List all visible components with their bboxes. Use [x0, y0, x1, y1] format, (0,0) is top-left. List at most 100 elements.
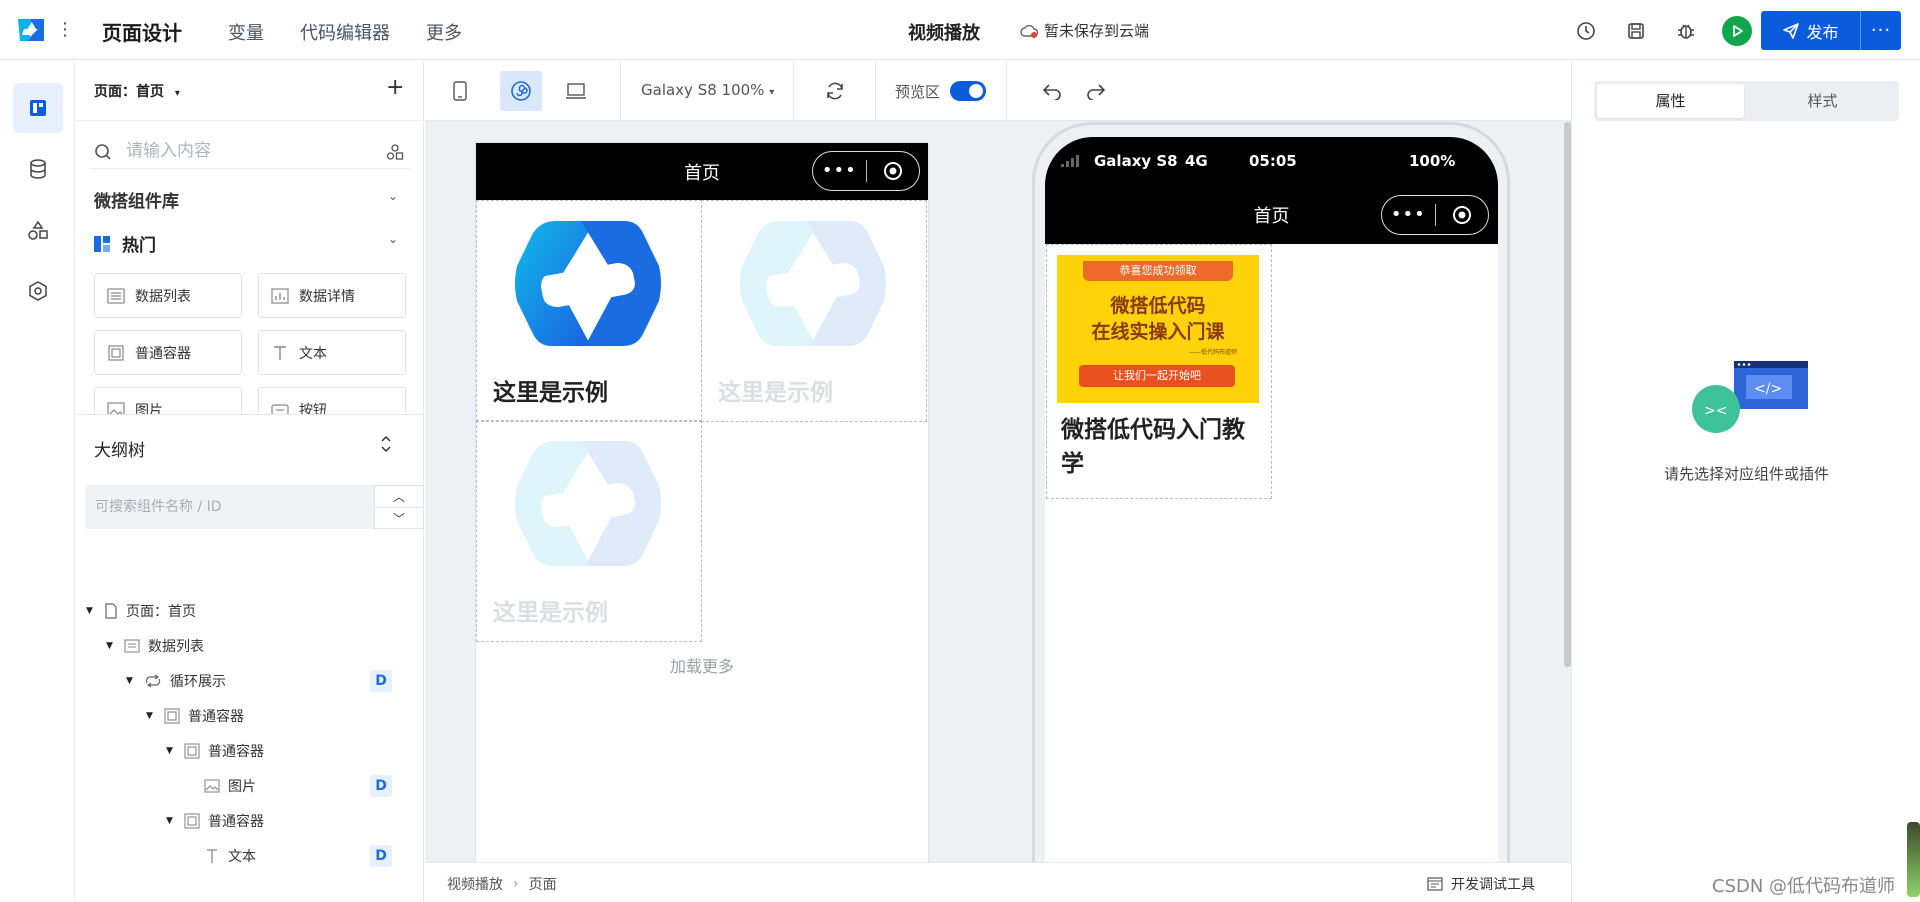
- tree-node-container[interactable]: ▼ 普通容器: [166, 738, 264, 764]
- tree-node-container[interactable]: ▼ 普通容器: [166, 808, 264, 834]
- next-match-button[interactable]: ﹀: [375, 508, 423, 530]
- list-icon: [124, 639, 140, 653]
- rail-data-source[interactable]: [13, 144, 63, 194]
- publish-more-button[interactable]: ···: [1861, 20, 1901, 41]
- rail-settings[interactable]: [13, 266, 63, 316]
- cell-title: 这里是示例: [718, 380, 833, 406]
- play-icon: [1733, 25, 1743, 37]
- banner-line2: 在线实操入门课: [1091, 321, 1225, 343]
- component-text[interactable]: 文本: [258, 330, 406, 375]
- list-item[interactable]: 这里是示例: [476, 200, 702, 422]
- mobile-icon: [453, 81, 467, 101]
- app-switcher-icon[interactable]: ⋮: [56, 18, 74, 42]
- history-icon[interactable]: [1572, 17, 1600, 45]
- menu-variables[interactable]: 变量: [228, 19, 264, 45]
- undo-button[interactable]: [1031, 71, 1073, 111]
- tab-styles[interactable]: 样式: [1749, 84, 1896, 118]
- battery-level: 100%: [1409, 152, 1456, 170]
- container-icon: [164, 708, 180, 724]
- breadcrumb-app[interactable]: 视频播放: [447, 874, 503, 894]
- device-mobile-button[interactable]: [439, 71, 481, 111]
- caret-down-icon[interactable]: ▼: [146, 711, 156, 721]
- caret-down-icon[interactable]: ▼: [126, 676, 136, 686]
- component-image[interactable]: 图片: [94, 387, 242, 414]
- hot-group-header[interactable]: 热门: [94, 231, 156, 256]
- component-search: [90, 133, 410, 169]
- top-actions: [1572, 16, 1752, 46]
- device-desktop-button[interactable]: [555, 71, 597, 111]
- panel-divider: [76, 414, 424, 415]
- list-item[interactable]: 这里是示例: [701, 200, 927, 422]
- rail-page-design[interactable]: [13, 83, 63, 133]
- canvas-footer: 视频播放 › 页面 开发调试工具: [425, 862, 1571, 902]
- design-frame[interactable]: 首页 ••• 这里是示例 这里是示例 这里是示例 加载更多: [475, 142, 929, 902]
- component-data-detail[interactable]: 数据详情: [258, 273, 406, 318]
- chevron-down-icon[interactable]: ⌄: [388, 232, 398, 246]
- caret-down-icon[interactable]: ▼: [166, 816, 176, 826]
- weda-logo[interactable]: [14, 15, 48, 45]
- page-icon: [105, 603, 117, 619]
- tree-node-image[interactable]: 图片: [204, 773, 256, 799]
- weda-example-image: [515, 221, 661, 346]
- close-circle-icon[interactable]: [1435, 205, 1488, 225]
- tree-node-text[interactable]: 文本: [204, 843, 256, 869]
- tree-node-container[interactable]: ▼ 普通容器: [146, 703, 244, 729]
- breadcrumb-page[interactable]: 页面: [529, 874, 557, 894]
- phone-preview-screen: Galaxy S8 4G 05:05 100% 首页 ••• 恭喜您成功领取 微…: [1045, 137, 1498, 902]
- run-preview-button[interactable]: [1722, 16, 1752, 46]
- device-miniprogram-button[interactable]: [500, 71, 542, 111]
- menu-code-editor[interactable]: 代码编辑器: [300, 19, 390, 45]
- more-dots-icon[interactable]: •••: [1382, 205, 1435, 225]
- hexagon-settings-icon: [29, 281, 47, 301]
- component-container[interactable]: 普通容器: [94, 330, 242, 375]
- tab-properties[interactable]: 属性: [1597, 84, 1744, 118]
- redo-button[interactable]: [1075, 71, 1117, 111]
- caret-down-icon[interactable]: ▼: [166, 746, 176, 756]
- add-page-button[interactable]: +: [386, 75, 404, 100]
- devtools-button[interactable]: 开发调试工具: [1427, 874, 1535, 894]
- save-icon[interactable]: [1622, 17, 1650, 45]
- caret-down-icon[interactable]: ▼: [106, 641, 116, 651]
- empty-state-illustration: </> ><: [1692, 361, 1808, 433]
- laptop-icon: [566, 83, 586, 99]
- refresh-button[interactable]: [814, 71, 856, 111]
- tree-search-input[interactable]: [95, 493, 355, 521]
- miniprogram-capsule[interactable]: •••: [812, 151, 920, 191]
- left-rail: ?: [0, 61, 75, 902]
- publish-main[interactable]: 发布: [1761, 11, 1861, 50]
- close-circle-icon[interactable]: [866, 161, 919, 181]
- phone-status-bar: Galaxy S8 4G 05:05 100%: [1045, 137, 1498, 186]
- previous-match-button[interactable]: ︿: [375, 486, 423, 508]
- component-market-icon[interactable]: [386, 143, 404, 161]
- debug-icon[interactable]: [1672, 17, 1700, 45]
- component-library-title[interactable]: 微搭组件库: [94, 187, 179, 212]
- miniprogram-capsule[interactable]: •••: [1381, 195, 1489, 235]
- rail-components[interactable]: [13, 206, 63, 256]
- chevron-down-icon[interactable]: ⌄: [388, 189, 398, 203]
- menu-more[interactable]: 更多: [426, 19, 462, 45]
- load-more-link[interactable]: 加载更多: [476, 653, 928, 677]
- carrier-name: Galaxy S8: [1094, 152, 1178, 170]
- component-button[interactable]: 按钮: [258, 387, 406, 414]
- tree-node-data-list[interactable]: ▼ 数据列表: [106, 633, 204, 659]
- preview-toggle[interactable]: [950, 81, 986, 101]
- device-zoom-select[interactable]: Galaxy S8 100% ▾: [641, 81, 774, 99]
- canvas-toolbar: Galaxy S8 100% ▾ 预览区: [425, 61, 1571, 121]
- hot-group-icon: [94, 235, 110, 252]
- component-search-input[interactable]: [126, 137, 366, 165]
- caret-down-icon[interactable]: ▼: [86, 606, 96, 616]
- tree-node-page[interactable]: ▼ 页面：首页: [86, 598, 196, 624]
- component-data-list[interactable]: 数据列表: [94, 273, 242, 318]
- property-tabs: 属性 样式: [1594, 81, 1899, 121]
- page-selector[interactable]: 页面：首页 ▾: [94, 81, 180, 101]
- expand-collapse-icon[interactable]: [378, 434, 394, 458]
- top-bar: ⋮ 页面设计 变量 代码编辑器 更多 视频播放 暂未保存到云端 发布 ···: [0, 0, 1920, 60]
- list-item[interactable]: 这里是示例: [476, 420, 702, 642]
- tree-node-loop[interactable]: ▼ 循环展示: [126, 668, 226, 694]
- preview-list-item[interactable]: 恭喜您成功领取 微搭低代码 在线实操入门课 ——低代码布道师 让我们一起开始吧 …: [1046, 244, 1272, 499]
- publish-button[interactable]: 发布 ···: [1761, 11, 1901, 50]
- toolbar-divider: [1006, 61, 1007, 121]
- more-dots-icon[interactable]: •••: [813, 161, 866, 181]
- canvas-scrollbar[interactable]: [1564, 122, 1571, 667]
- network-type: 4G: [1185, 152, 1208, 170]
